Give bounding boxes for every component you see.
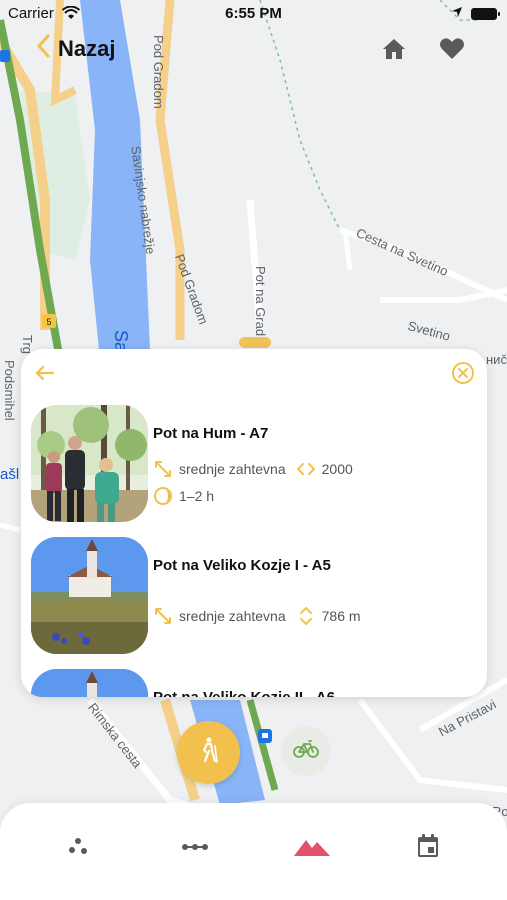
back-button[interactable]: Nazaj (36, 34, 115, 63)
route-icon (181, 839, 209, 857)
elevation-icon (296, 606, 316, 626)
route-photo (31, 537, 148, 654)
route-item[interactable]: Pot na Veliko Kozje I - A5 srednje zahte… (31, 537, 477, 657)
route-stats: srednje zahtevna 786 m (153, 606, 361, 626)
cycling-mode-button[interactable] (281, 726, 331, 776)
hiker-icon (198, 737, 220, 768)
nav-calendar[interactable] (408, 833, 448, 863)
panel-drag-handle[interactable] (239, 337, 271, 348)
route-photo (31, 669, 148, 697)
home-icon (382, 38, 406, 65)
street-label: ниče (486, 352, 507, 367)
status-bar: Carrier 6:55 PM (0, 0, 507, 28)
panel-back-button[interactable] (33, 361, 57, 385)
hiking-mode-button[interactable] (177, 721, 240, 784)
route-title: Pot na Veliko Kozje II - A6 (153, 689, 335, 697)
svg-text:5: 5 (46, 317, 51, 327)
route-item[interactable]: Pot na Veliko Kozje II - A6 (31, 669, 477, 697)
dots-icon (67, 836, 89, 861)
route-duration: 1–2 h (179, 488, 215, 504)
header: Nazaj (0, 30, 507, 74)
code-brackets-icon (296, 459, 316, 479)
routes-panel: Pot na Hum - A7 srednje zahtevna 2000 1–… (21, 349, 487, 697)
difficulty-icon (153, 606, 173, 626)
route-difficulty: srednje zahtevna (179, 608, 286, 624)
arrow-left-icon (33, 365, 57, 389)
route-difficulty: srednje zahtevna (179, 461, 286, 477)
heart-icon (439, 37, 465, 65)
street-label: ašl (0, 466, 20, 483)
clock-icon (153, 486, 173, 506)
route-elevation: 786 m (321, 608, 361, 624)
bottom-nav (0, 803, 507, 900)
route-stats: srednje zahtevna 2000 (153, 459, 353, 479)
close-circle-icon (451, 362, 475, 389)
status-time: 6:55 PM (225, 5, 282, 22)
route-duration-row: 1–2 h (153, 486, 214, 506)
bicycle-icon (293, 739, 319, 763)
favorite-button[interactable] (437, 36, 467, 66)
back-label: Nazaj (58, 35, 116, 61)
location-arrow-icon (451, 5, 463, 22)
mountains-icon (294, 836, 330, 861)
route-title: Pot na Hum - A7 (153, 425, 269, 442)
street-label: Pot na Grad (253, 266, 268, 337)
nav-routes[interactable] (175, 833, 215, 863)
route-distance: 2000 (321, 461, 353, 477)
battery-icon (471, 7, 500, 20)
home-button[interactable] (379, 36, 409, 66)
chevron-left-icon (36, 34, 50, 63)
panel-close-button[interactable] (451, 361, 475, 385)
route-item[interactable]: Pot na Hum - A7 srednje zahtevna 2000 1–… (31, 405, 477, 525)
route-title: Pot na Veliko Kozje I - A5 (153, 557, 331, 574)
nav-trips[interactable] (292, 833, 332, 863)
route-photo (31, 405, 148, 522)
street-label: Podsmihel (2, 360, 17, 421)
calendar-icon (417, 833, 439, 863)
nav-poi[interactable] (58, 833, 98, 863)
difficulty-icon (153, 459, 173, 479)
